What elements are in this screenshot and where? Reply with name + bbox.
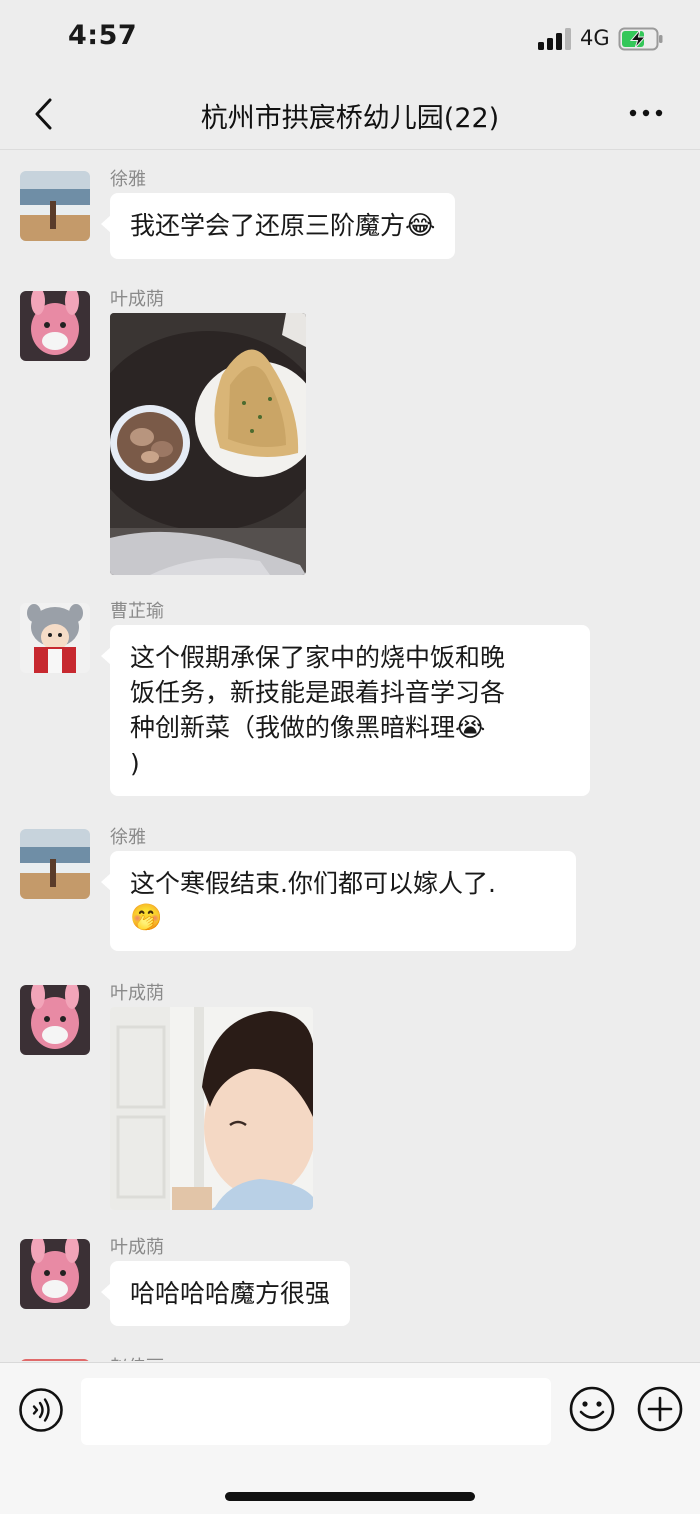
sender-name: 徐雅 bbox=[110, 169, 146, 190]
status-time: 4:57 bbox=[68, 20, 138, 51]
emoji-icon: 🤭 bbox=[130, 903, 163, 933]
avatar[interactable] bbox=[20, 291, 90, 361]
more-dots-icon[interactable] bbox=[626, 98, 666, 128]
avatar[interactable] bbox=[20, 829, 90, 899]
message-bubble[interactable]: 这个假期承保了家中的烧中饭和晚 饭任务，新技能是跟着抖音学习各 种创新菜（我做的… bbox=[101, 625, 590, 796]
input-bar bbox=[0, 1362, 700, 1514]
status-bar: 4:57 4G bbox=[0, 0, 700, 78]
sender-name: 叶成荫 bbox=[110, 1237, 164, 1258]
message-bubble[interactable]: 哈哈哈哈魔方很强 bbox=[100, 1261, 351, 1326]
message-text: 哈哈哈哈魔方很强 bbox=[130, 1279, 331, 1308]
chat-list[interactable]: 徐雅 我还学会了还原三阶魔方😂 叶成荫 曹芷瑜 这个假期承保了家中的烧中饭和晚 … bbox=[0, 151, 700, 1361]
message-text-line: 种创新菜（我做的像黑暗料理 bbox=[130, 713, 456, 742]
message-bubble[interactable]: 这个寒假结束.你们都可以嫁人了. 🤭 bbox=[101, 851, 576, 951]
message-text-line: 这个假期承保了家中的烧中饭和晚 bbox=[130, 643, 506, 672]
avatar[interactable] bbox=[20, 985, 90, 1055]
message-text-line: 这个寒假结束.你们都可以嫁人了. bbox=[130, 869, 496, 898]
avatar[interactable] bbox=[20, 1239, 90, 1309]
message-bubble[interactable]: 我还学会了还原三阶魔方😂 bbox=[100, 193, 456, 259]
sender-name: 徐雅 bbox=[110, 827, 146, 848]
food-photo[interactable] bbox=[110, 313, 306, 575]
battery-charging-icon bbox=[618, 27, 663, 51]
child-photo[interactable] bbox=[110, 1007, 313, 1210]
sender-name: 叶成荫 bbox=[110, 983, 164, 1004]
home-indicator bbox=[225, 1492, 475, 1501]
avatar[interactable] bbox=[20, 171, 90, 241]
sender-name: 叶成荫 bbox=[110, 289, 164, 310]
network-label: 4G bbox=[580, 26, 610, 50]
sender-name: 曹芷瑜 bbox=[110, 601, 164, 622]
plus-circle-icon[interactable] bbox=[636, 1385, 684, 1433]
emoji-icon: 😭 bbox=[455, 713, 486, 743]
message-text-line: ) bbox=[130, 749, 140, 778]
voice-icon[interactable] bbox=[18, 1387, 64, 1433]
signal-icon bbox=[538, 28, 572, 50]
avatar[interactable] bbox=[20, 603, 90, 673]
emoji-face-icon[interactable] bbox=[568, 1385, 616, 1433]
nav-bar: 杭州市拱宸桥幼儿园(22) bbox=[0, 78, 700, 150]
emoji-icon: 😂 bbox=[405, 211, 436, 241]
message-text-line: 饭任务，新技能是跟着抖音学习各 bbox=[130, 678, 506, 707]
message-input[interactable] bbox=[81, 1378, 551, 1445]
chat-title: 杭州市拱宸桥幼儿园(22) bbox=[200, 103, 500, 134]
sender-name: 赵佳丽 bbox=[110, 1353, 164, 1361]
avatar[interactable] bbox=[20, 1359, 90, 1361]
message-text: 我还学会了还原三阶魔方 bbox=[130, 211, 406, 240]
